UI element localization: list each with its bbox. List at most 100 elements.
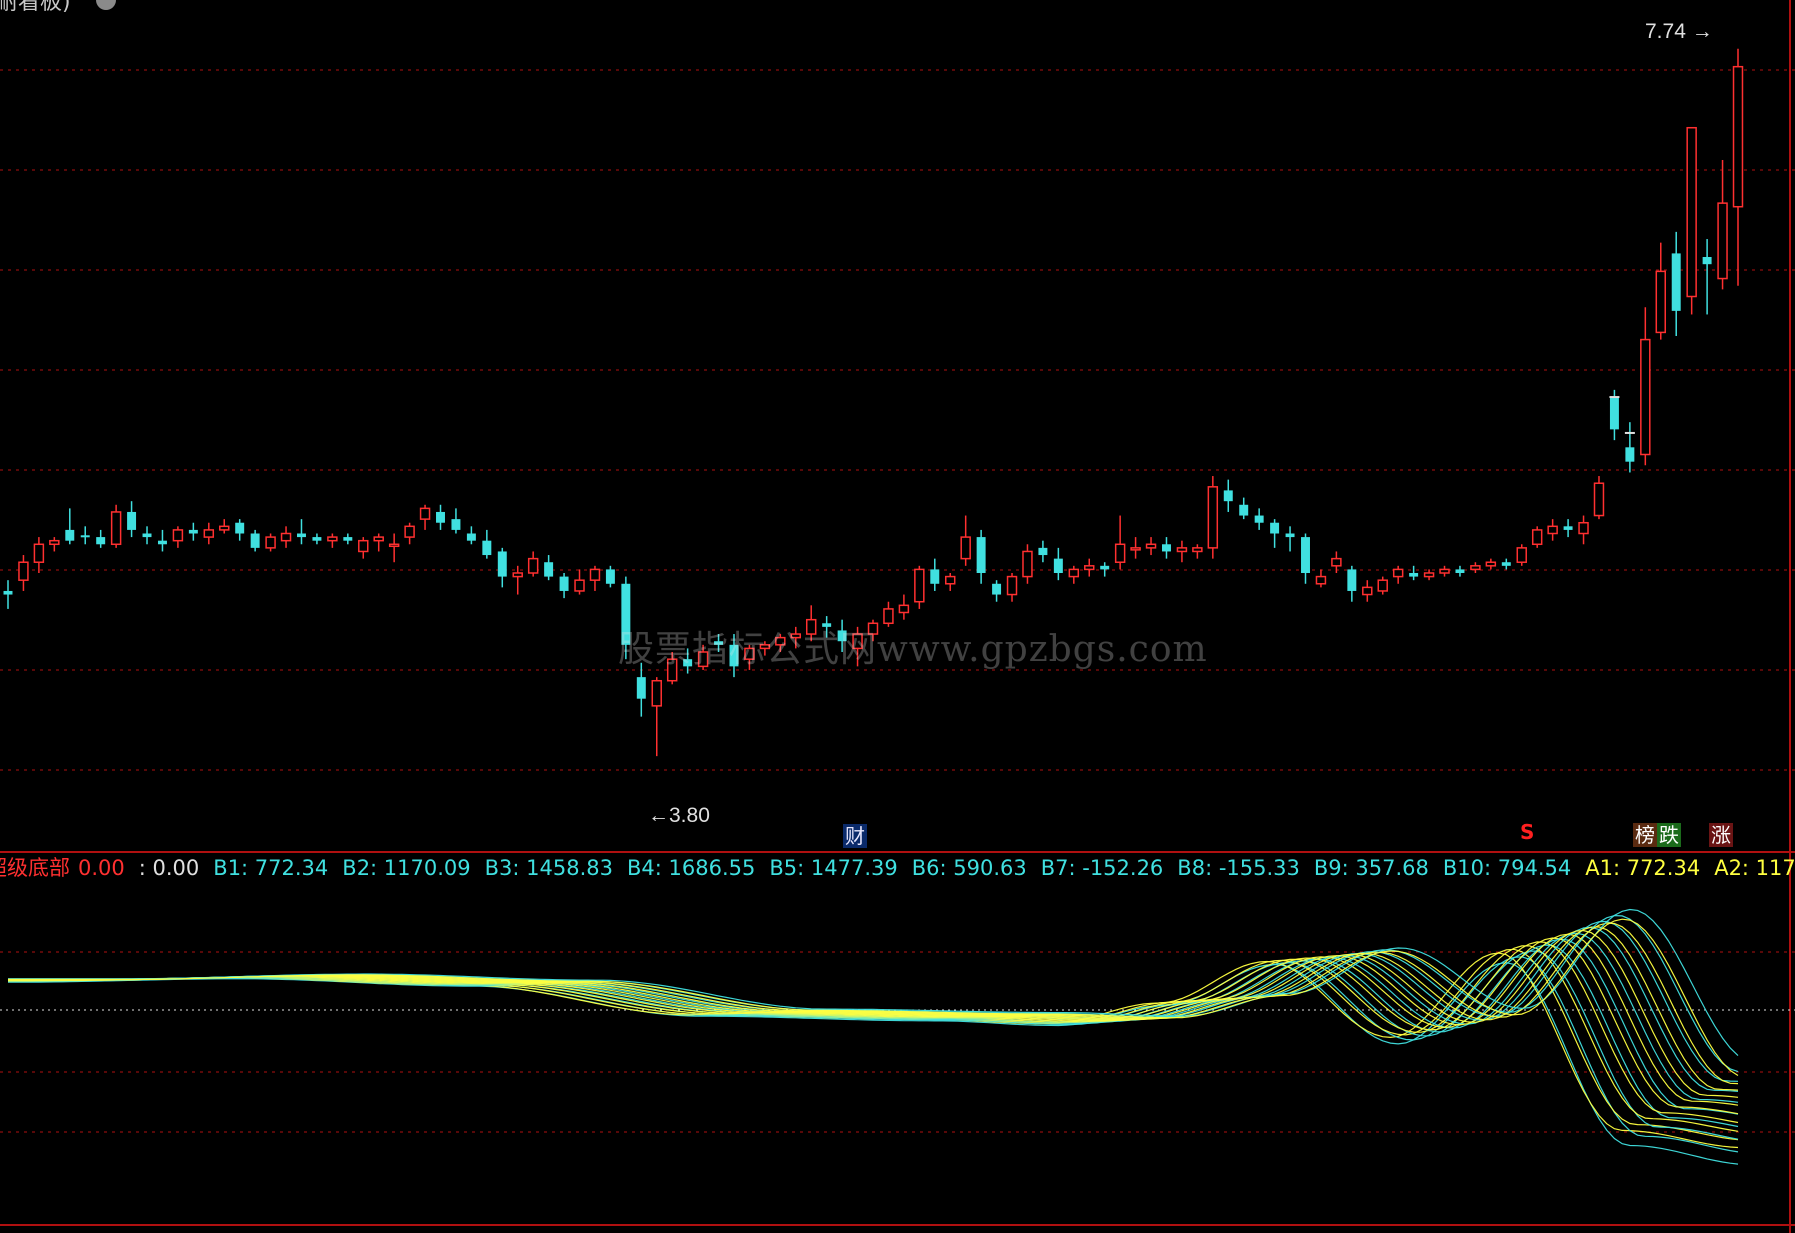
candle-body-up — [404, 525, 415, 538]
watermark: 股票指标公式网www.gpzbgs.com — [618, 629, 1208, 670]
candle-body-up — [1485, 561, 1497, 567]
s-marker-icon[interactable]: S — [1520, 820, 1534, 844]
candle-body-down — [1162, 544, 1171, 552]
ribbon-line-a1 — [7, 952, 1739, 1149]
candle-body-up — [1470, 565, 1481, 571]
legend-item-b7: B7: -152.26 — [1040, 856, 1164, 880]
candle-body-up — [1686, 126, 1697, 298]
candle-body-up — [33, 543, 45, 563]
candle-body-down — [1625, 447, 1635, 462]
finance-badge[interactable]: 财 — [843, 824, 867, 848]
candle-body-down — [1409, 573, 1419, 577]
candle-body-down — [312, 537, 322, 541]
candle-body-down — [1239, 504, 1249, 516]
rise-badge[interactable]: 涨 — [1709, 823, 1733, 847]
candle-body-down — [497, 551, 507, 577]
candle-body-up — [373, 536, 384, 542]
indicator-main-value: 0.00 — [78, 856, 125, 880]
high-price-label: 7.74 → — [1645, 20, 1713, 43]
ribbon-line-b10 — [8, 908, 1739, 1057]
candle-body-up — [527, 557, 539, 574]
legend-item-b8: B8: -155.33 — [1177, 856, 1300, 880]
candle-body-up — [49, 539, 60, 546]
legend-item-b1: B1: 772.34 — [213, 856, 329, 880]
candle-body-up — [110, 511, 122, 546]
candle-body-down — [188, 529, 198, 534]
legend-item-a1: A1: 772.34 — [1585, 856, 1701, 880]
candle-body-down — [1223, 490, 1233, 502]
legend-item-b5: B5: 1477.39 — [769, 856, 898, 880]
ribbon-line-a5 — [8, 937, 1739, 1115]
candle-body-down — [1038, 547, 1048, 556]
candle-body-down — [559, 576, 569, 591]
candle-body-up — [1732, 65, 1744, 208]
candle-body-up — [1516, 547, 1527, 563]
candle-body-up — [651, 679, 662, 707]
candle-body-up — [1439, 568, 1450, 574]
candle-body-up — [1006, 575, 1018, 596]
legend-item-b3: B3: 1458.83 — [484, 856, 613, 880]
candle-body-down — [127, 511, 137, 530]
candle-body-down — [1301, 537, 1310, 573]
indicator-secondary-value: : 0.00 — [138, 856, 200, 880]
candle-body-up — [265, 536, 276, 549]
candle-body-down — [1455, 569, 1465, 573]
candle-body-down — [605, 569, 615, 584]
candle-body-up — [1207, 486, 1219, 549]
candle-body-down — [1671, 253, 1681, 311]
candle-body-down — [157, 540, 167, 545]
candle-body-down — [1053, 558, 1063, 573]
candle-body-up — [1114, 543, 1126, 563]
candle-body-up — [1578, 521, 1589, 535]
candle-body-down — [636, 677, 646, 699]
legend-item-b6: B6: 590.63 — [911, 856, 1027, 880]
candle-body-down — [96, 537, 106, 545]
candle-body-up — [1655, 270, 1666, 334]
ribbon-line-b1 — [8, 962, 1739, 1165]
legend-item-b4: B4: 1686.55 — [627, 856, 756, 880]
candle-body-down — [451, 519, 461, 530]
ribbon-line-b2 — [8, 956, 1739, 1153]
candle-body-up — [388, 543, 400, 548]
legend-item-b9: B9: 357.68 — [1313, 856, 1429, 880]
legend-item-b2: B2: 1170.09 — [342, 856, 471, 880]
fall-badge[interactable]: 跌 — [1657, 823, 1681, 847]
candle-body-down — [1347, 569, 1357, 591]
candle-body-down — [466, 533, 476, 541]
ribbon-line-b5 — [8, 938, 1739, 1115]
candle-body-up — [1593, 482, 1605, 517]
candle-body-up — [1362, 586, 1373, 596]
candle-body-down — [297, 533, 306, 538]
candle-body-up — [327, 536, 338, 542]
candle-body-down — [250, 533, 260, 548]
candle-body-down — [1609, 397, 1619, 430]
ranking-badge[interactable]: 榜 — [1633, 823, 1657, 847]
candle-body-up — [1547, 525, 1558, 535]
candle-body-up — [1331, 557, 1342, 567]
candle-body-up — [280, 532, 292, 542]
candle-body-down — [1254, 515, 1264, 523]
candle-body-up — [960, 536, 971, 560]
candle-body-up — [1531, 529, 1543, 546]
chart-canvas[interactable]: 7.74 → ←3.80 — [0, 0, 1795, 1233]
candle-body-up — [358, 539, 369, 553]
candle-body-up — [1068, 568, 1080, 578]
candle-body-up — [574, 579, 585, 592]
low-price-label: ←3.80 — [648, 804, 710, 827]
candle-body-up — [1315, 575, 1327, 585]
ribbon-line-b9 — [8, 914, 1739, 1073]
candle-body-down — [1100, 565, 1110, 570]
candle-body-up — [419, 507, 431, 520]
candle-body-down — [992, 583, 1002, 595]
candle-body-up — [203, 529, 215, 538]
indicator-name: 超级底部 — [0, 856, 70, 880]
candle-body-down — [482, 540, 492, 556]
candle-body-down — [343, 537, 353, 541]
candle-body-down — [3, 590, 13, 595]
candle-body-up — [914, 568, 925, 603]
candle-body-down — [80, 535, 90, 538]
candle-body-down — [976, 537, 986, 573]
candle-body-down — [930, 569, 940, 584]
ribbon-line-a10 — [8, 918, 1739, 1077]
ribbon-line-a3 — [8, 945, 1739, 1132]
